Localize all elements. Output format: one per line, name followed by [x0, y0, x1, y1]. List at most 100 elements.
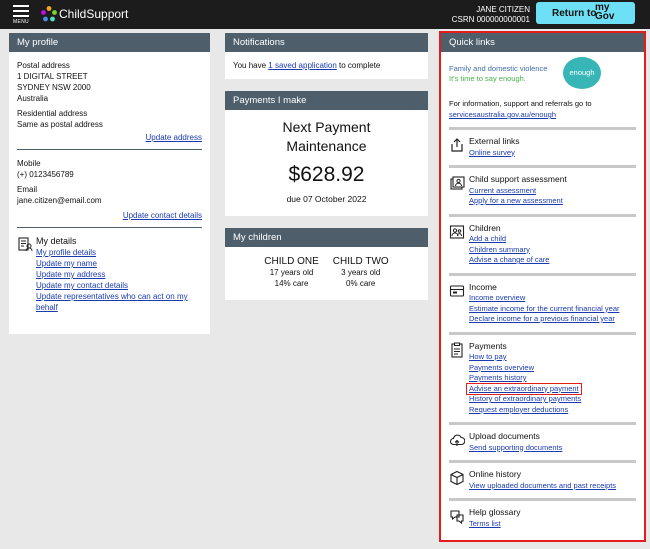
- residential-address-label: Residential address: [17, 109, 88, 118]
- quick-links-section-help-glossary: Help glossary Terms list: [441, 507, 644, 529]
- income-overview-link[interactable]: Income overview: [469, 293, 638, 304]
- section-title: Child support assessment: [469, 174, 567, 184]
- section-divider: [449, 331, 636, 335]
- email-value: jane.citizen@email.com: [17, 196, 102, 205]
- terms-list-link[interactable]: Terms list: [469, 519, 638, 530]
- child-card[interactable]: CHILD TWO 3 years old 0% care: [333, 256, 389, 289]
- upload-icon: [450, 434, 465, 446]
- postal-line: SYDNEY NSW 2000: [17, 83, 91, 92]
- quick-links-section-upload-documents: Upload documents Send supporting document…: [441, 431, 644, 453]
- current-assessment-link[interactable]: Current assessment: [469, 186, 638, 197]
- residential-address-value: Same as postal address: [17, 120, 103, 129]
- quick-links-section-payments: Payments How to pay Payments overview Payme…: [441, 341, 644, 416]
- quick-links-section-external-links: External links Online survey: [441, 136, 644, 158]
- services-australia-link[interactable]: servicesaustralia.gov.au/enough: [449, 110, 556, 119]
- section-divider: [449, 272, 636, 276]
- history-of-extraordinary-payments-link[interactable]: History of extraordinary payments: [469, 394, 638, 405]
- section-title: Online history: [469, 469, 521, 479]
- view-uploaded-documents-and-past-receipts-link[interactable]: View uploaded documents and past receipt…: [469, 481, 638, 492]
- return-to-mygov-button[interactable]: Return to my Gov: [536, 2, 635, 24]
- banner-line2: It's time to say enough.: [449, 74, 526, 83]
- next-payment-line1: Next Payment: [282, 119, 371, 135]
- next-payment-line2: Maintenance: [286, 138, 367, 154]
- child-card[interactable]: CHILD ONE 17 years old 14% care: [264, 256, 318, 289]
- divider: [17, 227, 202, 228]
- section-divider: [449, 213, 636, 217]
- children-icon: [449, 224, 465, 239]
- notifications-title: Notifications: [225, 33, 428, 52]
- my-details-icon: [18, 237, 33, 252]
- how-to-pay-link[interactable]: How to pay: [469, 352, 638, 363]
- add-a-child-link[interactable]: Add a child: [469, 234, 638, 245]
- section-divider: [449, 460, 636, 463]
- quick-links-section-income: Income Income overview Estimate income for…: [441, 282, 644, 325]
- support-intro-text: For information, support and referrals g…: [449, 99, 592, 108]
- email-label: Email: [17, 185, 38, 194]
- quick-links-sections: External links Online survey Child support…: [441, 127, 644, 529]
- child-care: 14% care: [274, 279, 309, 288]
- csrn: CSRN 000000000001: [451, 15, 530, 24]
- advise-an-extraordinary-payment-link[interactable]: Advise an extraordinary payment: [466, 382, 582, 395]
- section-divider: [449, 422, 636, 425]
- notification-text: You have: [233, 61, 269, 70]
- online-history-icon: [450, 470, 464, 486]
- assessment-icon: [450, 176, 465, 190]
- payments-overview-link[interactable]: Payments overview: [469, 363, 638, 374]
- section-divider: [449, 127, 636, 130]
- payment-due-date: due 07 October 2022: [286, 194, 367, 204]
- my-details-section: My details My profile details Update my …: [17, 236, 202, 313]
- my-children-title: My children: [225, 228, 428, 247]
- notification-text: to complete: [336, 61, 381, 70]
- payments-icon: [451, 342, 463, 358]
- top-bar: MENU ChildSupport JANE CITIZEN CSRN 0000…: [0, 0, 650, 29]
- menu-label: MENU: [13, 19, 29, 25]
- postal-line: Australia: [17, 94, 49, 103]
- quick-links-section-children: Children Add a child Children summary Advis…: [441, 223, 644, 266]
- quick-links-panel: Quick links Family and domestic violence…: [439, 31, 646, 542]
- quick-links-title: Quick links: [441, 33, 644, 52]
- section-title: Income: [469, 281, 497, 292]
- update-my-contact-details-link[interactable]: Update my contact details: [36, 280, 202, 291]
- postal-address-label: Postal address: [17, 61, 70, 70]
- online-survey-link[interactable]: Online survey: [469, 148, 638, 159]
- declare-income-for-a-previous-financial-year-link[interactable]: Declare income for a previous financial …: [469, 314, 638, 325]
- mobile-value: (+) 0123456789: [17, 170, 74, 179]
- payments-title: Payments I make: [225, 91, 428, 110]
- menu-button[interactable]: MENU: [10, 5, 32, 25]
- external-link-icon: [451, 138, 463, 152]
- payment-amount: $628.92: [288, 163, 365, 186]
- my-profile-panel: My profile Postal address 1 DIGITAL STRE…: [9, 33, 210, 334]
- user-name: JANE CITIZEN: [476, 5, 530, 14]
- return-to-label: Return to: [552, 8, 597, 19]
- children-summary-link[interactable]: Children summary: [469, 245, 638, 256]
- update-representatives-link[interactable]: Update representatives who can act on my…: [36, 291, 202, 313]
- send-supporting-documents-link[interactable]: Send supporting documents: [469, 443, 638, 454]
- estimate-income-for-the-current-financial-year-link[interactable]: Estimate income for the current financia…: [469, 304, 638, 315]
- mygov-gov-label: Gov: [595, 11, 615, 22]
- payments-history-link[interactable]: Payments history: [469, 373, 638, 384]
- section-title: Children: [469, 222, 501, 233]
- my-profile-details-link[interactable]: My profile details: [36, 247, 202, 258]
- child-age: 3 years old: [341, 268, 381, 277]
- child-name: CHILD ONE: [264, 256, 319, 267]
- divider: [17, 149, 202, 150]
- update-my-address-link[interactable]: Update my address: [36, 269, 202, 280]
- section-divider: [449, 498, 636, 501]
- childsupport-logo-icon: [41, 6, 57, 22]
- section-title: Upload documents: [469, 431, 540, 441]
- postal-line: 1 DIGITAL STREET: [17, 72, 88, 81]
- apply-for-a-new-assessment-link[interactable]: Apply for a new assessment: [469, 196, 638, 207]
- brand-name[interactable]: ChildSupport: [59, 7, 128, 21]
- saved-application-link[interactable]: 1 saved application: [268, 61, 337, 70]
- quick-links-section-online-history: Online history View uploaded documents an…: [441, 469, 644, 491]
- advise-a-change-of-care-link[interactable]: Advise a change of care: [469, 255, 638, 266]
- next-payment-heading: Next Payment Maintenance: [225, 118, 428, 156]
- my-details-title: My details: [36, 236, 77, 246]
- request-employer-deductions-link[interactable]: Request employer deductions: [469, 405, 638, 416]
- update-contact-details-link[interactable]: Update contact details: [123, 211, 202, 220]
- update-address-link[interactable]: Update address: [146, 133, 202, 142]
- enough-banner[interactable]: Family and domestic violence It's time t…: [441, 56, 644, 92]
- update-my-name-link[interactable]: Update my name: [36, 258, 202, 269]
- help-glossary-icon: [450, 510, 464, 524]
- child-age: 17 years old: [269, 268, 314, 277]
